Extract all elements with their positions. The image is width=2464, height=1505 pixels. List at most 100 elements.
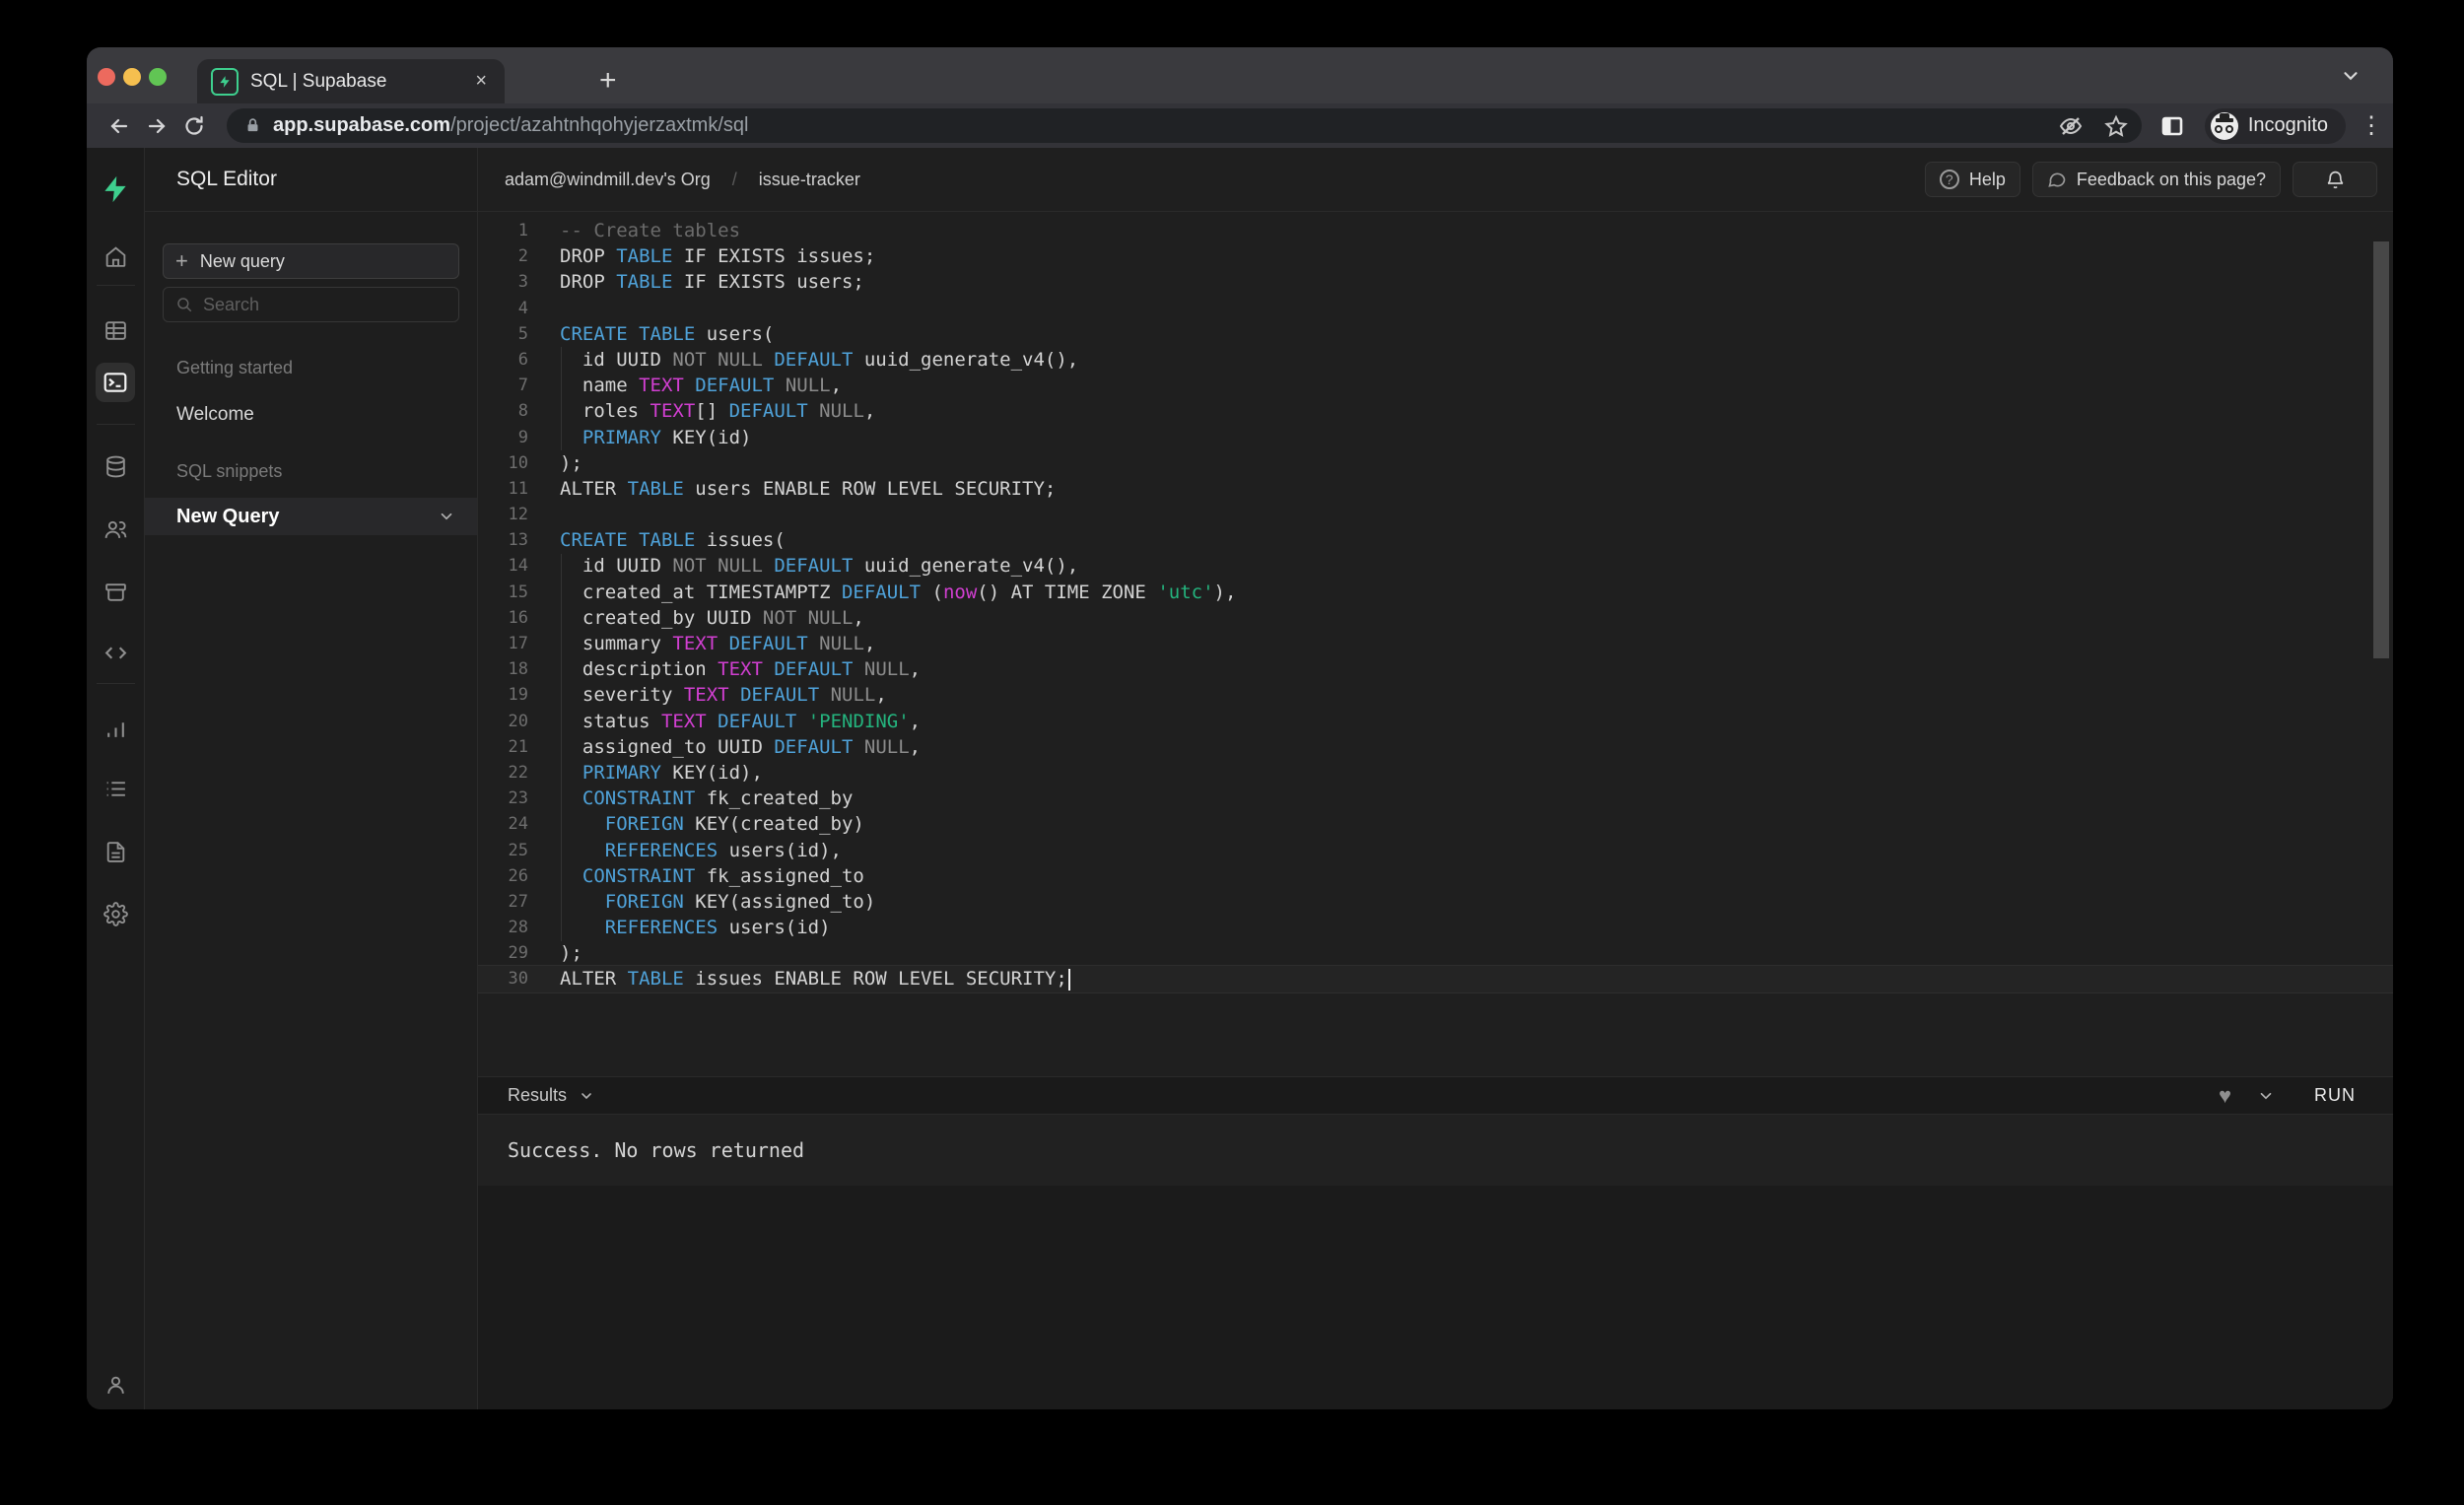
code-line[interactable]: 11ALTER TABLE users ENABLE ROW LEVEL SEC… bbox=[478, 476, 2393, 502]
settings-gear-icon[interactable] bbox=[96, 894, 135, 933]
line-number: 7 bbox=[478, 373, 528, 398]
code-line[interactable]: 2DROP TABLE IF EXISTS issues; bbox=[478, 243, 2393, 269]
reports-icon[interactable] bbox=[96, 709, 135, 748]
database-icon[interactable] bbox=[96, 446, 135, 486]
minimize-window-button[interactable] bbox=[123, 68, 141, 86]
browser-menu-icon[interactable]: ⋮ bbox=[2360, 121, 2379, 131]
search-input[interactable]: Search bbox=[163, 287, 459, 322]
account-user-icon[interactable] bbox=[96, 1365, 135, 1404]
code-lines: 1-- Create tables2DROP TABLE IF EXISTS i… bbox=[478, 218, 2393, 992]
storage-icon[interactable] bbox=[96, 572, 135, 611]
code-line-text: created_at TIMESTAMPTZ DEFAULT (now() AT… bbox=[560, 580, 1236, 605]
code-line[interactable]: 17 summary TEXT DEFAULT NULL, bbox=[478, 631, 2393, 656]
help-button[interactable]: ? Help bbox=[1925, 162, 2020, 197]
code-line-text: FOREIGN KEY(assigned_to) bbox=[560, 889, 875, 915]
feedback-button[interactable]: Feedback on this page? bbox=[2032, 162, 2281, 197]
address-bar[interactable]: app.supabase.com/project/azahtnhqohyjerz… bbox=[227, 108, 2142, 143]
code-line[interactable]: 7 name TEXT DEFAULT NULL, bbox=[478, 373, 2393, 398]
results-bar: Results ♥ RUN bbox=[478, 1076, 2393, 1114]
line-number: 4 bbox=[478, 296, 528, 321]
code-line[interactable]: 20 status TEXT DEFAULT 'PENDING', bbox=[478, 709, 2393, 734]
breadcrumb-org[interactable]: adam@windmill.dev's Org bbox=[505, 170, 711, 190]
code-line[interactable]: 26 CONSTRAINT fk_assigned_to bbox=[478, 863, 2393, 889]
code-line[interactable]: 30ALTER TABLE issues ENABLE ROW LEVEL SE… bbox=[478, 966, 2393, 992]
code-line[interactable]: 22 PRIMARY KEY(id), bbox=[478, 760, 2393, 786]
code-line[interactable]: 14 id UUID NOT NULL DEFAULT uuid_generat… bbox=[478, 553, 2393, 579]
supabase-app: SQL Editor + New query Search Getting st… bbox=[87, 148, 2393, 1409]
code-line-text: id UUID NOT NULL DEFAULT uuid_generate_v… bbox=[560, 347, 1078, 373]
sql-code-editor[interactable]: 1-- Create tables2DROP TABLE IF EXISTS i… bbox=[478, 212, 2393, 1076]
code-line[interactable]: 8 roles TEXT[] DEFAULT NULL, bbox=[478, 398, 2393, 424]
line-number: 1 bbox=[478, 218, 528, 243]
code-line[interactable]: 28 REFERENCES users(id) bbox=[478, 915, 2393, 940]
forward-button[interactable] bbox=[138, 109, 175, 143]
code-line[interactable]: 25 REFERENCES users(id), bbox=[478, 838, 2393, 863]
code-line[interactable]: 18 description TEXT DEFAULT NULL, bbox=[478, 656, 2393, 682]
code-line[interactable]: 27 FOREIGN KEY(assigned_to) bbox=[478, 889, 2393, 915]
code-line[interactable]: 19 severity TEXT DEFAULT NULL, bbox=[478, 682, 2393, 708]
sidebar-item-welcome[interactable]: Welcome bbox=[176, 404, 459, 426]
breadcrumb-project[interactable]: issue-tracker bbox=[759, 170, 860, 190]
code-line[interactable]: 9 PRIMARY KEY(id) bbox=[478, 425, 2393, 450]
auth-users-icon[interactable] bbox=[96, 510, 135, 549]
code-line-text: status TEXT DEFAULT 'PENDING', bbox=[560, 709, 921, 734]
code-line-text: description TEXT DEFAULT NULL, bbox=[560, 656, 921, 682]
browser-tab[interactable]: SQL | Supabase × bbox=[197, 59, 505, 103]
back-button[interactable] bbox=[101, 109, 138, 143]
line-number: 18 bbox=[478, 656, 528, 682]
sql-editor-icon[interactable] bbox=[96, 363, 135, 402]
tab-search-chevron-icon[interactable] bbox=[2340, 65, 2361, 87]
code-line[interactable]: 6 id UUID NOT NULL DEFAULT uuid_generate… bbox=[478, 347, 2393, 373]
new-tab-button[interactable]: + bbox=[599, 63, 617, 99]
run-options-chevron-icon[interactable] bbox=[2257, 1087, 2275, 1105]
incognito-label: Incognito bbox=[2248, 114, 2328, 137]
search-icon bbox=[175, 296, 193, 313]
code-line[interactable]: 21 assigned_to UUID DEFAULT NULL, bbox=[478, 734, 2393, 760]
line-number: 8 bbox=[478, 398, 528, 424]
code-line-text: CONSTRAINT fk_assigned_to bbox=[560, 863, 864, 889]
code-line[interactable]: 15 created_at TIMESTAMPTZ DEFAULT (now()… bbox=[478, 580, 2393, 605]
main-header: adam@windmill.dev's Org / issue-tracker … bbox=[478, 148, 2393, 212]
code-line[interactable]: 16 created_by UUID NOT NULL, bbox=[478, 605, 2393, 631]
tab-close-icon[interactable]: × bbox=[471, 70, 491, 93]
logs-icon[interactable] bbox=[96, 769, 135, 808]
home-icon[interactable] bbox=[96, 237, 135, 276]
close-window-button[interactable] bbox=[98, 68, 115, 86]
code-line[interactable]: 23 CONSTRAINT fk_created_by bbox=[478, 786, 2393, 811]
code-line[interactable]: 3DROP TABLE IF EXISTS users; bbox=[478, 269, 2393, 295]
line-number: 29 bbox=[478, 940, 528, 966]
code-line[interactable]: 12 bbox=[478, 502, 2393, 527]
reload-button[interactable] bbox=[175, 109, 213, 143]
code-line-text: DROP TABLE IF EXISTS issues; bbox=[560, 243, 875, 269]
code-line[interactable]: 5CREATE TABLE users( bbox=[478, 321, 2393, 347]
side-panel-icon[interactable] bbox=[2154, 109, 2191, 143]
incognito-badge: Incognito bbox=[2205, 108, 2346, 144]
code-line[interactable]: 4 bbox=[478, 296, 2393, 321]
code-line[interactable]: 13CREATE TABLE issues( bbox=[478, 527, 2393, 553]
indent-guide bbox=[561, 347, 562, 450]
table-editor-icon[interactable] bbox=[96, 310, 135, 350]
code-line-text: severity TEXT DEFAULT NULL, bbox=[560, 682, 887, 708]
help-icon: ? bbox=[1940, 170, 1959, 189]
api-code-icon[interactable] bbox=[96, 633, 135, 672]
notifications-button[interactable] bbox=[2293, 162, 2377, 197]
tab-title: SQL | Supabase bbox=[250, 71, 471, 93]
supabase-logo-icon[interactable] bbox=[96, 170, 135, 209]
line-number: 21 bbox=[478, 734, 528, 760]
docs-icon[interactable] bbox=[96, 832, 135, 871]
code-line[interactable]: 29); bbox=[478, 940, 2393, 966]
code-line[interactable]: 24 FOREIGN KEY(created_by) bbox=[478, 811, 2393, 837]
code-line[interactable]: 1-- Create tables bbox=[478, 218, 2393, 243]
editor-scrollbar-thumb[interactable] bbox=[2373, 241, 2389, 658]
sidebar-item-new-query-selected[interactable]: New Query bbox=[145, 498, 477, 535]
run-button[interactable]: RUN bbox=[2300, 1081, 2369, 1110]
code-line-text: created_by UUID NOT NULL, bbox=[560, 605, 864, 631]
favorite-heart-icon[interactable]: ♥ bbox=[2219, 1085, 2231, 1107]
bookmark-star-icon[interactable] bbox=[2104, 114, 2128, 138]
password-eye-off-icon[interactable] bbox=[2059, 114, 2083, 138]
new-query-button[interactable]: + New query bbox=[163, 243, 459, 279]
zoom-window-button[interactable] bbox=[149, 68, 167, 86]
line-number: 5 bbox=[478, 321, 528, 347]
code-line[interactable]: 10); bbox=[478, 450, 2393, 476]
results-dropdown[interactable]: Results bbox=[508, 1085, 594, 1106]
